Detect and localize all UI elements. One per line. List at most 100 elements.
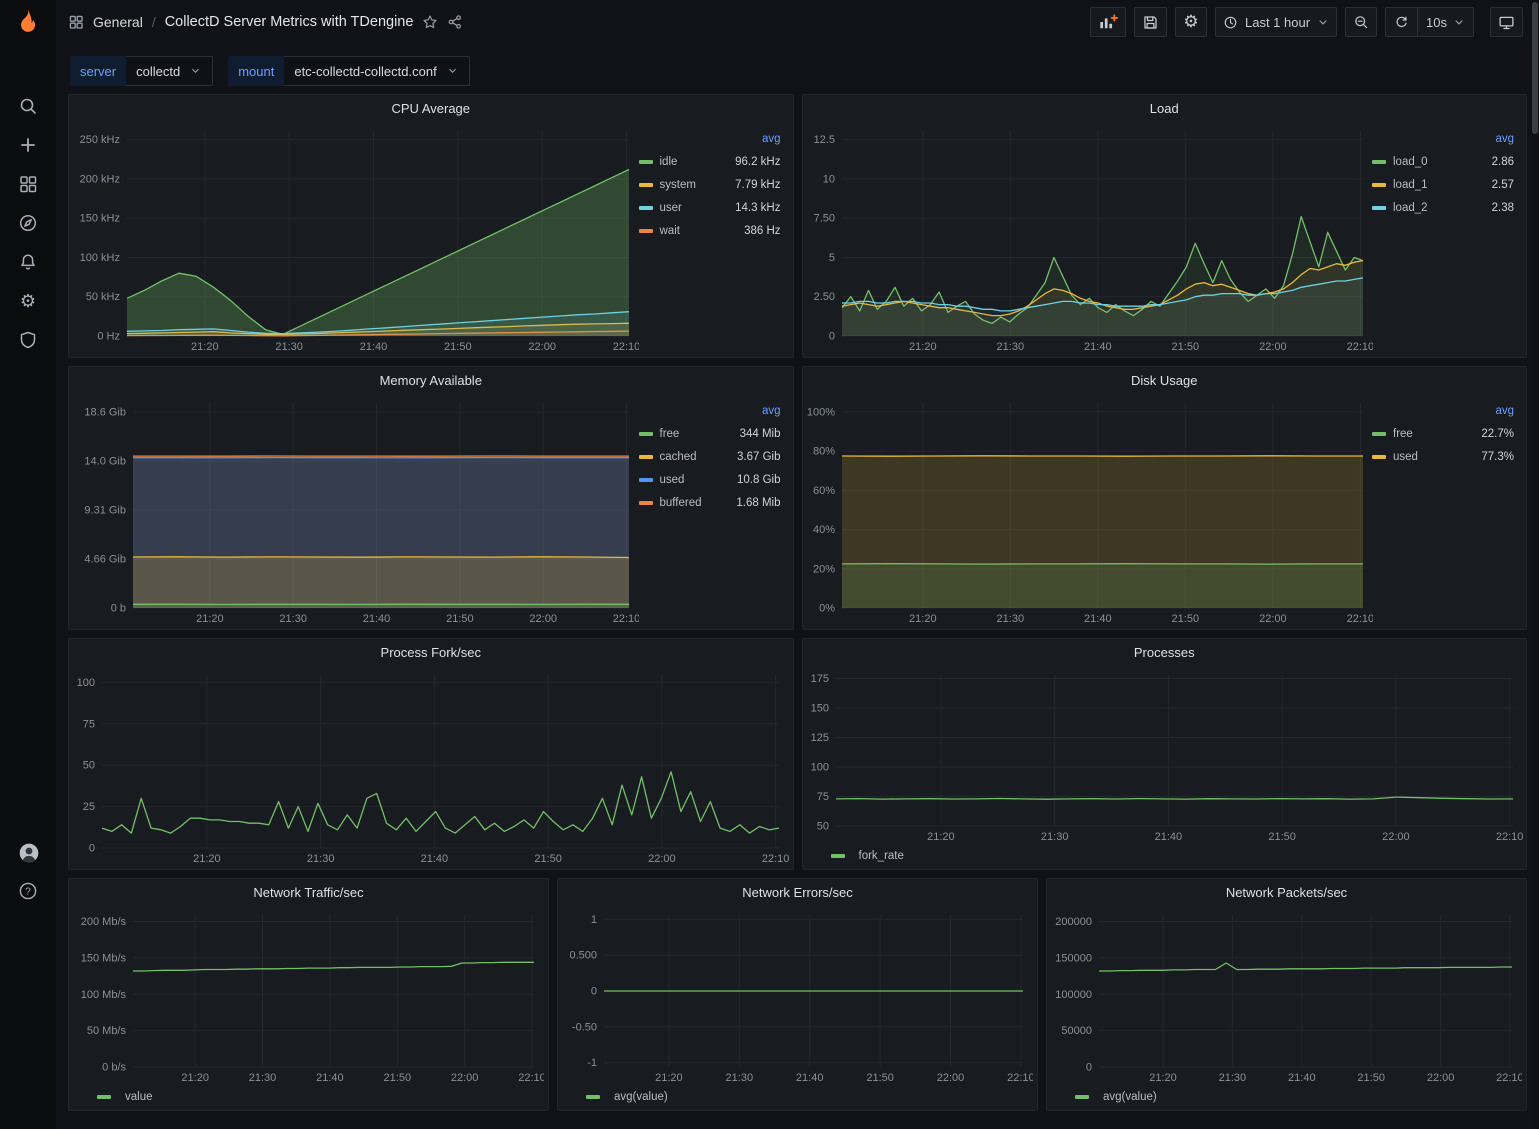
time-range-picker[interactable]: Last 1 hour bbox=[1215, 7, 1337, 37]
dashboard-settings-button[interactable]: ⚙ bbox=[1175, 7, 1207, 37]
series-color-marker bbox=[639, 478, 653, 482]
series-avg-value: 344 Mib bbox=[740, 428, 781, 440]
series-color-marker bbox=[1372, 432, 1386, 436]
svg-text:21:30: 21:30 bbox=[1219, 1072, 1247, 1084]
variable-value-dropdown[interactable]: etc-collectd-collectd.conf bbox=[284, 56, 469, 86]
zoom-out-button[interactable] bbox=[1345, 7, 1377, 37]
series-avg-value: 2.57 bbox=[1492, 179, 1514, 191]
configuration-gear-icon[interactable]: ⚙ bbox=[18, 291, 38, 311]
legend-item[interactable]: load_1 2.57 bbox=[1372, 173, 1514, 196]
chevron-down-icon bbox=[447, 65, 459, 77]
svg-text:22:10: 22:10 bbox=[762, 853, 789, 865]
memory-available-chart[interactable]: 0 b4.66 Gib9.31 Gib14.0 Gib18.6 Gib21:20… bbox=[73, 393, 639, 627]
legend-item[interactable]: free344 Mib bbox=[639, 422, 781, 445]
variable-server: server collectd bbox=[70, 56, 213, 86]
refresh-interval-dropdown[interactable]: 10s bbox=[1417, 8, 1473, 36]
server-admin-shield-icon[interactable] bbox=[18, 330, 38, 350]
legend-item[interactable]: wait386 Hz bbox=[639, 219, 781, 242]
grafana-logo[interactable] bbox=[13, 7, 43, 42]
user-avatar[interactable] bbox=[18, 842, 38, 862]
help-icon[interactable]: ? bbox=[18, 881, 38, 901]
legend-item[interactable]: load_22.38 bbox=[1372, 196, 1514, 219]
network-packets-chart[interactable]: 05000010000015000020000021:2021:3021:402… bbox=[1051, 905, 1522, 1086]
panel-title[interactable]: Network Packets/sec bbox=[1047, 879, 1526, 905]
disk-usage-chart[interactable]: 0%20%40%60%80%100%21:2021:3021:4021:5022… bbox=[807, 393, 1373, 627]
legend-item[interactable]: avg(value) bbox=[586, 1091, 668, 1103]
sidebar: ⚙ ? bbox=[0, 0, 56, 1129]
legend-header-avg[interactable]: avg bbox=[1372, 401, 1514, 422]
alerting-bell-icon[interactable] bbox=[18, 252, 38, 272]
legend-header-avg[interactable]: avg bbox=[639, 129, 781, 150]
panel-title[interactable]: Disk Usage bbox=[803, 367, 1527, 393]
svg-text:22:10: 22:10 bbox=[1007, 1072, 1033, 1084]
legend-item[interactable]: buffered1.68 Mib bbox=[639, 491, 781, 514]
dashboard-title[interactable]: CollectD Server Metrics with TDengine bbox=[165, 14, 414, 30]
legend-item[interactable]: value bbox=[97, 1091, 153, 1103]
legend-item[interactable]: free22.7% bbox=[1372, 422, 1514, 445]
network-errors-chart[interactable]: -1-0.5000.500121:2021:3021:4021:5022:002… bbox=[562, 905, 1033, 1086]
breadcrumb-folder[interactable]: General bbox=[93, 14, 143, 30]
svg-text:21:50: 21:50 bbox=[1357, 1072, 1385, 1084]
star-icon[interactable] bbox=[422, 14, 438, 30]
process-fork-chart[interactable]: 025507510021:2021:3021:4021:5022:0022:10 bbox=[73, 665, 789, 867]
dashboard-row: CPU Average 0 Hz50 kHz100 kHz150 kHz200 … bbox=[68, 94, 1527, 358]
processes-chart[interactable]: 507510012515017521:2021:3021:4021:5022:0… bbox=[807, 665, 1523, 845]
search-icon[interactable] bbox=[18, 96, 38, 116]
panel-title[interactable]: Network Errors/sec bbox=[558, 879, 1037, 905]
panel-title[interactable]: Memory Available bbox=[69, 367, 793, 393]
clock-icon bbox=[1223, 15, 1238, 30]
svg-text:200 Mb/s: 200 Mb/s bbox=[81, 916, 127, 928]
legend-header-avg[interactable]: avg bbox=[639, 401, 781, 422]
cycle-view-mode-button[interactable] bbox=[1490, 7, 1523, 37]
panel-title[interactable]: Processes bbox=[803, 639, 1527, 665]
series-color-marker bbox=[639, 432, 653, 436]
panel-title[interactable]: CPU Average bbox=[69, 95, 793, 121]
legend-item[interactable]: cached3.67 Gib bbox=[639, 445, 781, 468]
series-avg-value: 77.3% bbox=[1481, 451, 1514, 463]
variable-value-dropdown[interactable]: collectd bbox=[126, 56, 213, 86]
load-chart[interactable]: 02.5057.501012.521:2021:3021:4021:5022:0… bbox=[807, 121, 1373, 355]
variable-value: etc-collectd-collectd.conf bbox=[294, 64, 436, 79]
legend-item[interactable]: load_02.86 bbox=[1372, 150, 1514, 173]
legend-item[interactable]: system7.79 kHz bbox=[639, 173, 781, 196]
refresh-button[interactable] bbox=[1386, 8, 1417, 36]
series-avg-value: 7.79 kHz bbox=[735, 179, 780, 191]
explore-compass-icon[interactable] bbox=[18, 213, 38, 233]
legend-item[interactable]: avg(value) bbox=[1075, 1091, 1157, 1103]
refresh-interval-label: 10s bbox=[1426, 15, 1447, 30]
share-icon[interactable] bbox=[447, 14, 463, 30]
series-color-marker bbox=[1372, 455, 1386, 459]
svg-text:22:10: 22:10 bbox=[613, 341, 639, 353]
network-traffic-chart[interactable]: 0 b/s50 Mb/s100 Mb/s150 Mb/s200 Mb/s21:2… bbox=[73, 905, 544, 1086]
legend-item[interactable]: user14.3 kHz bbox=[639, 196, 781, 219]
legend-item[interactable]: fork_rate bbox=[831, 850, 904, 862]
svg-text:22:00: 22:00 bbox=[1259, 613, 1287, 625]
svg-text:21:40: 21:40 bbox=[316, 1072, 344, 1084]
legend-item[interactable]: used10.8 Gib bbox=[639, 468, 781, 491]
add-panel-button[interactable] bbox=[1090, 7, 1126, 37]
svg-text:100 kHz: 100 kHz bbox=[80, 252, 120, 264]
svg-text:21:20: 21:20 bbox=[909, 613, 937, 625]
scrollbar-thumb[interactable] bbox=[1532, 2, 1538, 134]
svg-text:14.0 Gib: 14.0 Gib bbox=[84, 456, 126, 468]
svg-text:100: 100 bbox=[77, 677, 95, 689]
legend-item[interactable]: idle96.2 kHz bbox=[639, 150, 781, 173]
svg-text:21:30: 21:30 bbox=[307, 853, 335, 865]
grafana-flame-icon bbox=[13, 7, 43, 37]
panel-title[interactable]: Load bbox=[803, 95, 1527, 121]
dashboard-grid: CPU Average 0 Hz50 kHz100 kHz150 kHz200 … bbox=[56, 94, 1539, 1111]
svg-text:100 Mb/s: 100 Mb/s bbox=[81, 989, 127, 1001]
panel-title[interactable]: Process Fork/sec bbox=[69, 639, 793, 665]
legend-header-avg[interactable]: avg bbox=[1372, 129, 1514, 150]
svg-text:200 kHz: 200 kHz bbox=[80, 173, 120, 185]
create-plus-icon[interactable] bbox=[18, 135, 38, 155]
legend-item[interactable]: used77.3% bbox=[1372, 445, 1514, 468]
series-color-marker bbox=[639, 206, 653, 210]
dashboards-icon[interactable] bbox=[18, 174, 38, 194]
save-dashboard-button[interactable] bbox=[1134, 7, 1167, 37]
cpu-average-chart[interactable]: 0 Hz50 kHz100 kHz150 kHz200 kHz250 kHz21… bbox=[73, 121, 639, 355]
chart-canvas: 0 b/s50 Mb/s100 Mb/s150 Mb/s200 Mb/s21:2… bbox=[73, 905, 544, 1086]
svg-text:21:40: 21:40 bbox=[1084, 341, 1112, 353]
panel-title[interactable]: Network Traffic/sec bbox=[69, 879, 548, 905]
series-name: load_1 bbox=[1393, 179, 1428, 191]
